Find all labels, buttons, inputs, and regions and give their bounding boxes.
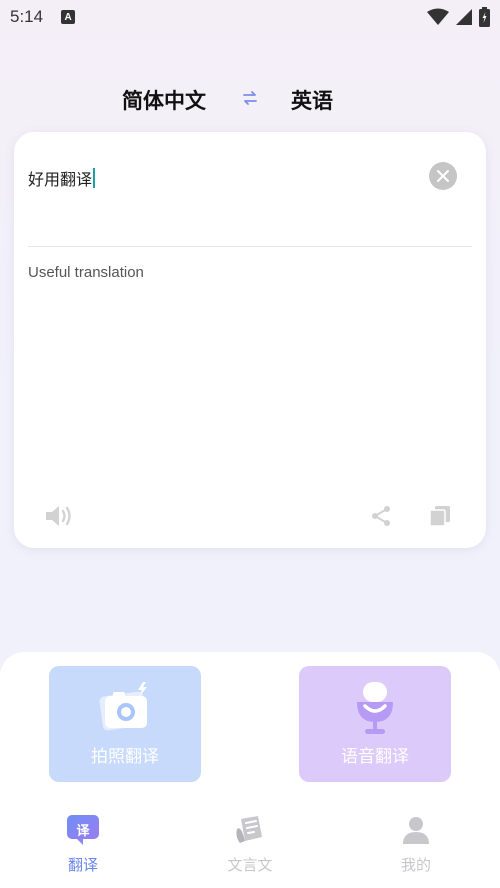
- signal-icon: [456, 9, 472, 25]
- notification-a-icon: A: [61, 10, 76, 24]
- camera-icon: [99, 682, 147, 731]
- swap-languages-icon[interactable]: [240, 88, 260, 108]
- close-icon: [437, 170, 449, 182]
- status-bar: 5:14 A: [0, 0, 500, 34]
- source-text-input[interactable]: 好用翻译: [28, 166, 96, 190]
- microphone-icon: [357, 682, 393, 734]
- nav-item-mine[interactable]: 我的: [366, 812, 466, 875]
- text-caret: [93, 168, 96, 188]
- translate-tab-icon-text: 译: [76, 824, 90, 839]
- battery-icon: [479, 7, 490, 27]
- share-icon[interactable]: [369, 504, 393, 528]
- target-language[interactable]: 英语: [291, 85, 333, 115]
- nav-label-translate: 翻译: [67, 856, 98, 874]
- source-text: 好用翻译: [28, 170, 93, 189]
- nav-label-mine: 我的: [400, 856, 431, 874]
- user-icon: [398, 812, 434, 848]
- photo-translate-button[interactable]: 拍照翻译: [49, 666, 201, 782]
- source-language[interactable]: 简体中文: [122, 85, 206, 115]
- status-time: 5:14: [10, 7, 44, 26]
- nav-item-translate[interactable]: 译 翻译: [33, 812, 133, 875]
- bottom-panel: 拍照翻译 语音翻译 译 翻译 文言文 我的: [0, 652, 500, 888]
- translated-text: Useful translation: [28, 264, 144, 281]
- voice-translate-button[interactable]: 语音翻译: [299, 666, 451, 782]
- divider: [28, 246, 472, 247]
- wifi-icon: [427, 8, 449, 25]
- nav-item-classical-chinese[interactable]: 文言文: [200, 812, 300, 875]
- bottom-navigation: 译 翻译 文言文 我的: [0, 812, 500, 882]
- photo-translate-label: 拍照翻译: [91, 747, 159, 767]
- voice-translate-label: 语音翻译: [341, 747, 409, 767]
- language-selector-bar: 简体中文 英语: [0, 80, 500, 120]
- speaker-icon[interactable]: [44, 502, 76, 530]
- copy-icon[interactable]: [428, 504, 452, 528]
- nav-label-classical-chinese: 文言文: [227, 856, 273, 874]
- translation-card: 好用翻译 Useful translation: [14, 132, 486, 548]
- clear-button[interactable]: [429, 162, 457, 190]
- scroll-icon: [232, 812, 268, 848]
- status-icons: [427, 7, 490, 27]
